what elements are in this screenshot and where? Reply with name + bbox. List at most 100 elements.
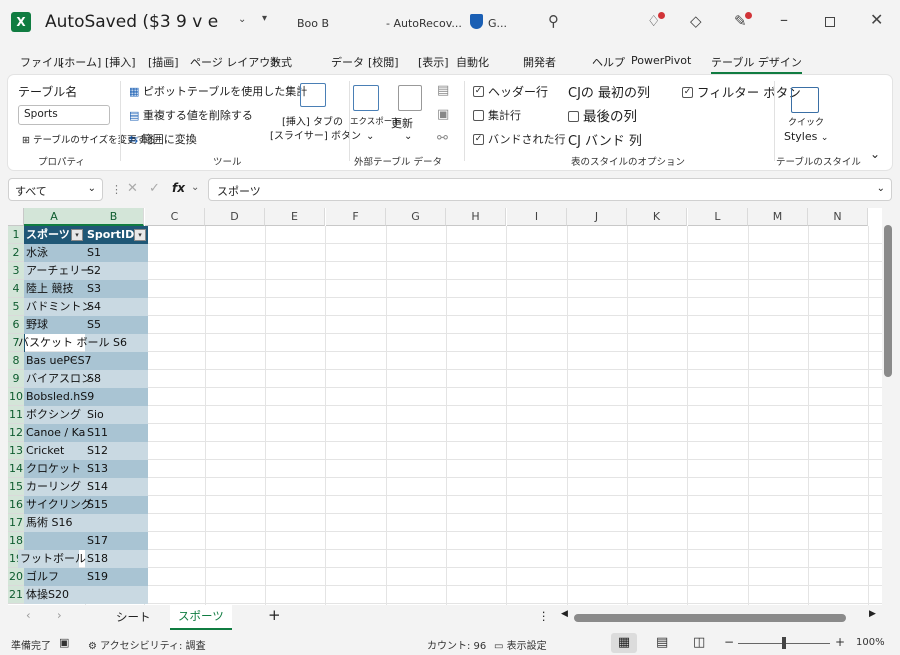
- styles-label[interactable]: Styles ⌄: [784, 130, 828, 143]
- table-row-cell[interactable]: 馬術 S16: [24, 514, 85, 532]
- maximize-icon[interactable]: [825, 17, 835, 27]
- table-row-cell[interactable]: 陸上 競技: [24, 280, 85, 298]
- unlink-icon[interactable]: ⚯: [437, 131, 448, 146]
- minimize-icon[interactable]: –: [780, 10, 788, 29]
- tab-formulas[interactable]: 数式: [270, 54, 292, 70]
- table-row-cell[interactable]: サイクリング: [24, 496, 92, 514]
- tab-powerpivot[interactable]: PowerPivot: [631, 54, 691, 67]
- row-header[interactable]: 9: [8, 370, 24, 388]
- vertical-scroll-thumb[interactable]: [884, 225, 892, 377]
- row-header[interactable]: 1: [8, 226, 24, 244]
- fx-chevron-icon[interactable]: ⌄: [191, 182, 199, 193]
- column-header-n[interactable]: N: [808, 208, 868, 226]
- tab-file[interactable]: ファイル: [20, 54, 64, 70]
- pen-icon[interactable]: ✎: [734, 12, 752, 30]
- table-row-cell[interactable]: S8: [85, 370, 148, 388]
- table-row-cell[interactable]: クロケット: [24, 460, 85, 478]
- row-header[interactable]: 18: [8, 532, 24, 550]
- dropdown-arrow-icon[interactable]: ▾: [262, 13, 267, 24]
- column-header-e[interactable]: E: [265, 208, 325, 226]
- column-header-j[interactable]: J: [567, 208, 627, 226]
- column-header-c[interactable]: C: [145, 208, 205, 226]
- select-all-corner[interactable]: [8, 208, 24, 226]
- row-header[interactable]: 10: [8, 388, 24, 406]
- tab-help[interactable]: ヘルプ: [592, 54, 625, 70]
- column-header-g[interactable]: G: [386, 208, 446, 226]
- sensitivity-label[interactable]: G...: [488, 17, 507, 30]
- table-row-cell[interactable]: フットボール: [18, 550, 86, 568]
- table-row-cell[interactable]: ボクシング: [24, 406, 85, 424]
- row-header[interactable]: 5: [8, 298, 24, 316]
- row-header[interactable]: 13: [8, 442, 24, 460]
- tab-home[interactable]: [ホーム]: [60, 54, 101, 70]
- slicer-label-line1[interactable]: [挿入] タブの: [282, 113, 343, 128]
- banded-rows-checkbox[interactable]: ✓ バンドされた行: [473, 131, 566, 147]
- table-row-cell[interactable]: [85, 352, 148, 370]
- cancel-icon[interactable]: ✕: [127, 181, 138, 196]
- table-row-cell[interactable]: S5: [85, 316, 148, 334]
- normal-view-icon[interactable]: ▦: [611, 633, 637, 653]
- row-header[interactable]: 6: [8, 316, 24, 334]
- table-row-cell[interactable]: [85, 586, 148, 604]
- refresh-chevron-icon[interactable]: ⌄: [404, 131, 412, 142]
- table-row-cell[interactable]: S14: [85, 478, 148, 496]
- table-row-cell[interactable]: Bobsled.hS9: [24, 388, 94, 406]
- table-row-cell[interactable]: S17: [85, 532, 148, 550]
- worksheet-grid[interactable]: A B C D E F G H I J K L M N 1 2 3 4 5 6 7 8 9 10 11 12 13 14 15 16 17 1…: [8, 208, 882, 605]
- page-layout-view-icon[interactable]: ▤: [656, 635, 668, 650]
- column-header-h[interactable]: H: [446, 208, 506, 226]
- table-row-cell[interactable]: Bas uePЄS7: [24, 352, 92, 370]
- diamond-icon[interactable]: ◇: [690, 12, 702, 30]
- row-header[interactable]: 14: [8, 460, 24, 478]
- column-header-m[interactable]: M: [748, 208, 808, 226]
- table-row-cell[interactable]: [85, 514, 148, 532]
- row-header[interactable]: 3: [8, 262, 24, 280]
- chevron-down-icon[interactable]: ⌄: [88, 183, 96, 194]
- table-row-cell[interactable]: 水泳: [24, 244, 85, 262]
- table-row-cell[interactable]: S12: [85, 442, 148, 460]
- tab-data[interactable]: データ: [331, 54, 364, 70]
- table-row-cell[interactable]: [24, 532, 85, 550]
- table-row-cell[interactable]: S1: [85, 244, 148, 262]
- row-header[interactable]: 21: [8, 586, 24, 604]
- table-row-cell[interactable]: 野球: [24, 316, 85, 334]
- quick-styles-icon[interactable]: [791, 87, 819, 113]
- accessibility-status[interactable]: ⚙ アクセシビリティ: 調査: [88, 637, 206, 652]
- first-column-checkbox[interactable]: CJの 最初の列: [568, 82, 650, 101]
- row-header[interactable]: 15: [8, 478, 24, 496]
- table-name-input[interactable]: Sports: [18, 105, 110, 125]
- row-header[interactable]: 4: [8, 280, 24, 298]
- filter-dropdown-icon[interactable]: ▾: [71, 229, 83, 241]
- table-row-cell[interactable]: [85, 388, 148, 406]
- row-header[interactable]: 2: [8, 244, 24, 262]
- column-header-a[interactable]: A: [24, 208, 85, 226]
- pivot-summarize-button[interactable]: ▦ ピボットテーブルを使用した集計: [129, 83, 307, 99]
- slicer-icon[interactable]: [300, 83, 326, 107]
- close-icon[interactable]: ✕: [870, 10, 883, 29]
- table-row-cell[interactable]: S3: [85, 280, 148, 298]
- insert-function-icon[interactable]: fx: [172, 181, 185, 195]
- column-header-b[interactable]: B: [84, 208, 144, 226]
- zoom-in-button[interactable]: +: [835, 635, 845, 649]
- tab-automate[interactable]: 自動化: [456, 54, 489, 70]
- table-row-cell[interactable]: S19: [85, 568, 148, 586]
- table-row-cell[interactable]: バイアスロン: [24, 370, 92, 388]
- scroll-left-icon[interactable]: ◀: [561, 609, 568, 619]
- name-box[interactable]: すべて ⌄: [8, 178, 103, 201]
- more-options-icon[interactable]: ⋮: [111, 183, 122, 196]
- refresh-icon[interactable]: [398, 85, 422, 111]
- add-sheet-button[interactable]: +: [268, 606, 281, 624]
- enter-check-icon[interactable]: ✓: [149, 181, 160, 196]
- sheet-tab-sheet[interactable]: シート: [116, 609, 151, 625]
- scroll-right-icon[interactable]: ▶: [869, 609, 876, 619]
- column-header-k[interactable]: K: [627, 208, 687, 226]
- chevron-down-icon[interactable]: ⌄: [238, 14, 246, 25]
- prev-sheet-icon[interactable]: ‹: [26, 608, 31, 622]
- macro-record-icon[interactable]: ▣: [59, 636, 69, 649]
- table-row-cell[interactable]: ゴルフ: [24, 568, 85, 586]
- total-row-checkbox[interactable]: 集計行: [473, 107, 521, 123]
- export-icon[interactable]: [353, 85, 379, 111]
- horizontal-scroll-thumb[interactable]: [574, 614, 846, 622]
- row-header[interactable]: 8: [8, 352, 24, 370]
- filter-button-checkbox[interactable]: ✓ フィルター ボタン: [682, 82, 801, 101]
